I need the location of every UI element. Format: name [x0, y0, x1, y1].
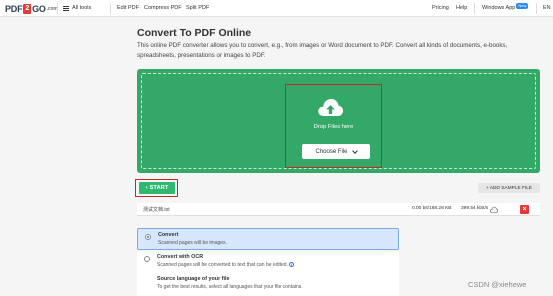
nav-compress-pdf[interactable]: Compress PDF — [144, 3, 182, 14]
option-ocr-label: Convert with OCR — [157, 254, 204, 260]
start-label: START — [149, 185, 169, 191]
option-convert-ocr[interactable]: Convert with OCR Scanned pages will be c… — [137, 252, 399, 296]
option-convert-sub: Scanned pages will be images. — [158, 240, 227, 246]
upload-speed: 399.54 kbit/s — [461, 206, 489, 211]
logo-text-go: GO — [32, 3, 46, 14]
all-tools-menu[interactable]: All tools — [63, 3, 91, 14]
radio-convert[interactable] — [145, 234, 151, 240]
nav-windows-app[interactable]: Windows App New — [482, 3, 529, 14]
option-convert[interactable]: Convert Scanned pages will be images. — [137, 228, 399, 250]
cloud-upload-icon — [318, 99, 344, 116]
nav-help[interactable]: Help — [456, 3, 467, 14]
chevron-right-icon: › — [145, 185, 148, 191]
option-ocr-sub: Scanned pages will be converted to text … — [157, 262, 288, 268]
page-description: This online PDF converter allows you to … — [137, 42, 508, 59]
language-selector[interactable]: EN — [543, 3, 551, 14]
top-nav-bar: PDF 2 GO .com All tools Edit PDF Compress P… — [0, 0, 553, 17]
chevron-down-icon — [351, 147, 358, 154]
source-language-sub: To get the best results, select all lang… — [157, 284, 303, 290]
nav-pricing[interactable]: Pricing — [432, 3, 449, 14]
start-button[interactable]: › START — [139, 182, 175, 194]
choose-file-label: Choose File — [315, 148, 348, 155]
hamburger-icon — [63, 6, 69, 11]
file-name: 测试文档.txt — [143, 207, 170, 213]
drop-files-text: Drop Files here — [313, 124, 354, 130]
nav-divider — [110, 3, 111, 14]
new-badge: New — [516, 3, 529, 9]
radio-ocr[interactable] — [144, 256, 150, 262]
file-drop-zone[interactable]: Drop Files here Choose File — [137, 69, 540, 173]
nav-divider — [57, 3, 58, 14]
delete-file-button[interactable]: × — [520, 205, 529, 214]
logo-text-2: 2 — [23, 3, 32, 14]
source-language-label: Source language of your file — [157, 276, 230, 282]
all-tools-label: All tools — [72, 5, 92, 11]
nav-edit-pdf[interactable]: Edit PDF — [117, 3, 139, 14]
file-size: 0.00 bit/168.28 KB — [412, 206, 452, 211]
nav-split-pdf[interactable]: Split PDF — [186, 3, 209, 14]
logo-text-suffix: .com — [46, 5, 58, 12]
cloud-upload-small-icon — [490, 206, 498, 213]
pdf2go-logo[interactable]: PDF 2 GO .com — [5, 3, 58, 14]
nav-divider — [474, 3, 475, 14]
option-ocr-sub-wrap: Scanned pages will be converted to text … — [157, 262, 294, 268]
logo-text-pdf: PDF — [5, 3, 23, 14]
choose-file-button[interactable]: Choose File — [302, 144, 370, 159]
add-sample-file-button[interactable]: + ADD SAMPLE FILE — [478, 183, 540, 193]
uploaded-file-row: 测试文档.txt 0.00 bit/168.28 KB 399.54 kbit/… — [137, 203, 540, 216]
page-title: Convert To PDF Online — [137, 27, 252, 39]
option-convert-label: Convert — [158, 232, 179, 238]
windows-app-label: Windows App — [482, 5, 516, 11]
info-icon[interactable]: i — [288, 262, 294, 268]
csdn-watermark: CSDN @xiehewe — [468, 280, 527, 289]
nav-divider — [536, 3, 537, 14]
